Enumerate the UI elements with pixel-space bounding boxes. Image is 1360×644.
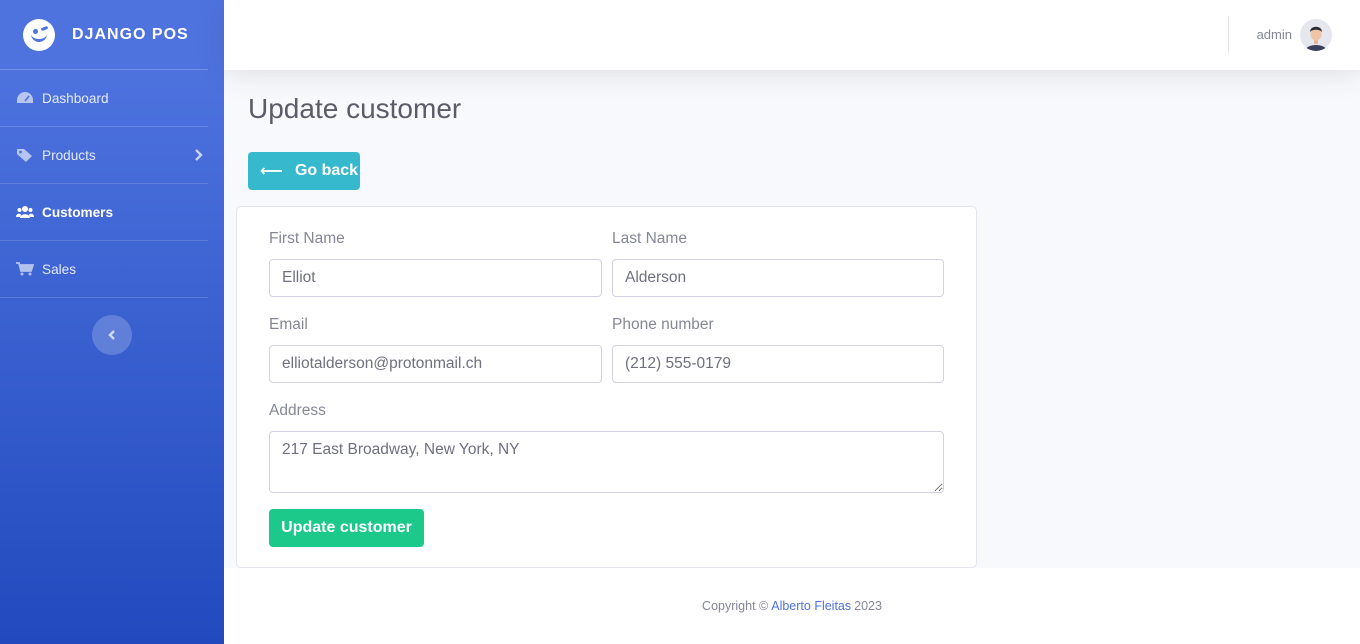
go-back-button[interactable]: ⟵ Go back [248,152,360,190]
shopping-cart-icon [16,262,34,276]
phone-field[interactable] [612,345,944,383]
topbar: admin [224,0,1360,70]
chevron-right-icon [195,149,203,161]
update-customer-button[interactable]: Update customer [269,509,424,547]
copyright-year: 2023 [854,599,882,613]
brand-name: DJANGO POS [72,25,189,43]
avatar[interactable] [1300,19,1332,51]
phone-label: Phone number [612,316,714,333]
users-icon [16,206,34,218]
sidebar-item-products[interactable]: Products [0,127,208,184]
last-name-label: Last Name [612,230,687,247]
sidebar-item-dashboard[interactable]: Dashboard [0,70,208,127]
first-name-field[interactable] [269,259,602,297]
email-label: Email [269,316,308,333]
sidebar-item-label: Products [42,147,96,163]
tag-icon [17,149,32,162]
sidebar-toggle-button[interactable] [92,315,132,355]
address-label: Address [269,402,326,419]
topbar-divider [1228,16,1229,54]
winking-face-icon [23,18,55,51]
footer: Copyright © Alberto Fleitas 2023 [224,568,1360,644]
user-name[interactable]: admin [1257,27,1292,42]
user-avatar-icon [1300,19,1332,51]
sidebar-item-label: Sales [42,261,77,277]
sidebar: DJANGO POS Dashboard Products Customers [0,0,224,644]
tachometer-icon [17,92,33,103]
last-name-field[interactable] [612,259,944,297]
first-name-label: First Name [269,230,345,247]
arrow-left-icon: ⟵ [260,163,283,180]
sidebar-item-label: Dashboard [42,90,109,106]
sidebar-item-label: Customers [42,204,114,220]
sidebar-item-customers[interactable]: Customers [0,184,208,241]
brand[interactable]: DJANGO POS [0,0,208,70]
address-field[interactable]: 217 East Broadway, New York, NY [269,431,944,493]
chevron-left-icon [108,330,115,340]
customer-form-card: First Name Last Name Email Phone number … [236,206,977,568]
go-back-label: Go back [294,162,359,179]
author-link[interactable]: Alberto Fleitas [771,599,851,613]
page-title: Update customer [248,93,462,124]
email-field[interactable] [269,345,602,383]
sidebar-item-sales[interactable]: Sales [0,241,208,298]
copyright-text: Copyright © [702,599,769,613]
